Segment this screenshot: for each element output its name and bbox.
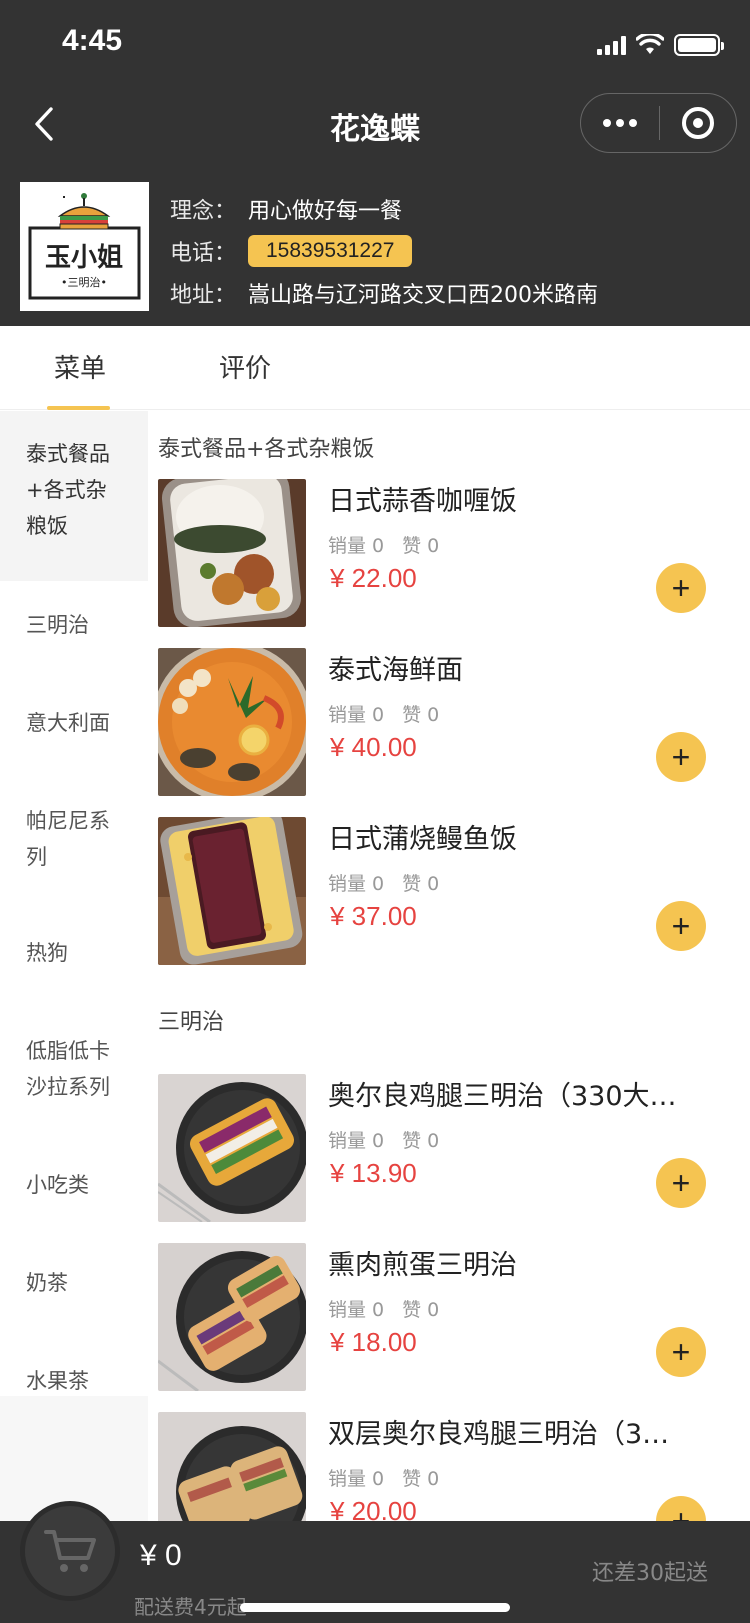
- shop-address: 嵩山路与辽河路交叉口西200米路南: [248, 283, 598, 308]
- close-mini-program-button[interactable]: [660, 107, 736, 139]
- list-item[interactable]: 日式蒲烧鳗鱼饭 销量 0赞 0 ¥ 37.00 +: [158, 817, 743, 967]
- dish-image: [158, 648, 306, 796]
- shop-logo: 玉小姐 •三明治•: [20, 182, 149, 311]
- more-button[interactable]: [581, 94, 659, 152]
- category-item[interactable]: 意大利面: [0, 705, 148, 741]
- section-title: 泰式餐品+各式杂粮饭: [158, 437, 375, 462]
- dish-price: ¥ 20.00: [330, 1496, 417, 1521]
- dish-stats: 销量 0赞 0: [328, 704, 440, 726]
- dish-price: ¥ 22.00: [330, 563, 417, 593]
- shop-slogan: 用心做好每一餐: [248, 199, 403, 224]
- list-item[interactable]: 日式蒜香咖喱饭 销量 0赞 0 ¥ 22.00 +: [158, 479, 743, 629]
- minimum-order-hint: 还差30起送: [592, 1561, 708, 1586]
- dish-name: 日式蒲烧鳗鱼饭: [328, 824, 517, 855]
- shop-phone-row: 电话： 15839531227: [170, 230, 598, 272]
- dish-image: [158, 1243, 306, 1391]
- app-screen: 4:45 花逸蝶 玉小姐 •三明治• 理念： 用心做好每一餐 电话： 15839…: [0, 0, 750, 1623]
- category-item[interactable]: 奶茶: [0, 1265, 148, 1301]
- list-item[interactable]: 熏肉煎蛋三明治 销量 0赞 0 ¥ 18.00 +: [158, 1243, 743, 1393]
- category-item[interactable]: 帕尼尼系 列: [0, 803, 148, 875]
- tab-bar: 菜单 评价: [0, 326, 750, 410]
- category-item[interactable]: 低脂低卡 沙拉系列: [0, 1033, 148, 1105]
- add-to-cart-button[interactable]: +: [656, 1158, 706, 1208]
- more-dots-icon: [603, 119, 611, 127]
- dish-stats: 销量 0赞 0: [328, 873, 440, 895]
- dish-image: [158, 479, 306, 627]
- add-to-cart-button[interactable]: +: [656, 1327, 706, 1377]
- shop-address-row: 地址： 嵩山路与辽河路交叉口西200米路南: [170, 272, 598, 314]
- dish-stats: 销量 0赞 0: [328, 535, 440, 557]
- category-item[interactable]: 热狗: [0, 935, 148, 971]
- dish-name: 日式蒜香咖喱饭: [328, 486, 517, 517]
- shopping-cart-icon: [44, 1530, 96, 1572]
- status-icons: [597, 30, 724, 60]
- status-time: 4:45: [62, 24, 123, 57]
- mini-program-capsule: [580, 93, 737, 153]
- menu-list: 泰式餐品+各式杂粮饭 日式蒜香咖喱饭 销量 0赞 0 ¥ 22.00 + 泰式海…: [148, 411, 750, 1521]
- signal-icon: [597, 35, 626, 55]
- logo-text: 玉小姐: [45, 243, 123, 273]
- cart-button[interactable]: [20, 1501, 120, 1601]
- category-sidebar: 泰式餐品 +各式杂 粮饭 三明治 意大利面 帕尼尼系 列 热狗 低脂低卡 沙拉系…: [0, 411, 148, 1521]
- dish-price: ¥ 40.00: [330, 732, 417, 762]
- tab-reviews[interactable]: 评价: [219, 348, 271, 385]
- home-indicator: [240, 1603, 510, 1612]
- header: 4:45 花逸蝶 玉小姐 •三明治• 理念： 用心做好每一餐 电话： 15839…: [0, 0, 750, 326]
- target-icon: [682, 107, 714, 139]
- dish-stats: 销量 0赞 0: [328, 1130, 440, 1152]
- dish-name: 双层奥尔良鸡腿三明治（3…: [328, 1419, 670, 1450]
- list-item[interactable]: 双层奥尔良鸡腿三明治（3… 销量 0赞 0 ¥ 20.00 +: [158, 1412, 743, 1521]
- shop-info: 理念： 用心做好每一餐 电话： 15839531227 地址： 嵩山路与辽河路交…: [170, 188, 598, 314]
- category-item[interactable]: 三明治: [0, 607, 148, 643]
- dish-image: [158, 1074, 306, 1222]
- add-to-cart-button[interactable]: +: [656, 732, 706, 782]
- cart-total: ¥ 0: [140, 1539, 182, 1572]
- list-item[interactable]: 奥尔良鸡腿三明治（330大… 销量 0赞 0 ¥ 13.90 +: [158, 1074, 743, 1224]
- logo-subtext: •三明治•: [61, 275, 107, 289]
- delivery-fee: 配送费4元起: [134, 1595, 247, 1619]
- battery-icon: [674, 34, 724, 56]
- list-item[interactable]: 泰式海鲜面 销量 0赞 0 ¥ 40.00 +: [158, 648, 743, 798]
- shop-slogan-row: 理念： 用心做好每一餐: [170, 188, 598, 230]
- add-to-cart-button[interactable]: +: [656, 563, 706, 613]
- active-tab-indicator: [47, 406, 110, 410]
- wifi-icon: [636, 34, 664, 54]
- tab-menu[interactable]: 菜单: [54, 348, 106, 385]
- section-title: 三明治: [158, 1010, 225, 1035]
- category-item[interactable]: 泰式餐品 +各式杂 粮饭: [0, 411, 148, 581]
- category-item[interactable]: 水果茶: [0, 1363, 148, 1399]
- dish-price: ¥ 13.90: [330, 1158, 417, 1188]
- category-item[interactable]: 小吃类: [0, 1167, 148, 1203]
- add-to-cart-button[interactable]: +: [656, 1496, 706, 1521]
- dish-name: 熏肉煎蛋三明治: [328, 1250, 517, 1281]
- dish-name: 奥尔良鸡腿三明治（330大…: [328, 1081, 677, 1112]
- add-to-cart-button[interactable]: +: [656, 901, 706, 951]
- dish-image: [158, 1412, 306, 1521]
- dish-stats: 销量 0赞 0: [328, 1299, 440, 1321]
- phone-number-badge[interactable]: 15839531227: [248, 235, 413, 267]
- dish-price: ¥ 37.00: [330, 901, 417, 931]
- dish-price: ¥ 18.00: [330, 1327, 417, 1357]
- dish-stats: 销量 0赞 0: [328, 1468, 440, 1490]
- dish-image: [158, 817, 306, 965]
- dish-name: 泰式海鲜面: [328, 655, 463, 686]
